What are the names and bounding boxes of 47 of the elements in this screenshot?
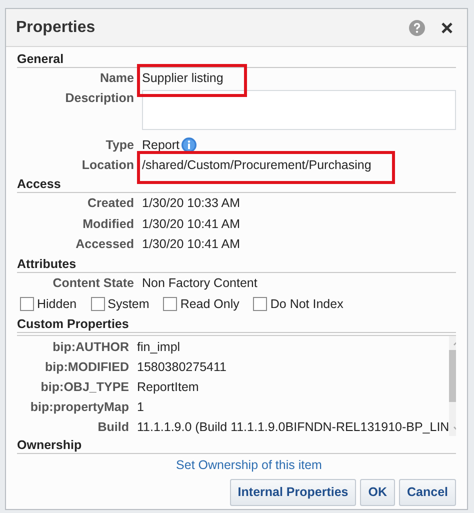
field-label: Name <box>98 70 135 87</box>
checkbox[interactable] <box>163 296 178 310</box>
section-heading: Custom Properties <box>17 316 456 332</box>
section-heading: Access <box>17 176 456 193</box>
property-value: 1 <box>137 398 144 416</box>
property-value: 11.1.1.9.0 (Build 11.1.1.9.0BIFNDN-REL131910-BP_LIN <box>137 418 450 436</box>
checkbox-label: Hidden <box>37 296 77 310</box>
property-value: fin_impl <box>137 338 180 356</box>
property-value: ReportItem <box>137 378 199 396</box>
checkbox-label: System <box>108 296 150 310</box>
field-value: Report <box>142 137 180 154</box>
field-value: /shared/Custom/Procurement/Purchasing <box>142 157 372 174</box>
field-label: Location <box>80 157 135 174</box>
field-value: 1/30/20 10:41 AM <box>142 216 240 232</box>
checkbox-label: Read Only <box>180 296 240 310</box>
section-heading: General <box>17 51 456 68</box>
section-heading: Attributes <box>17 256 456 272</box>
dialog-button[interactable]: Internal Properties <box>230 478 356 506</box>
description-field[interactable] <box>142 90 456 130</box>
property-name: bip:OBJ_TYPE <box>40 378 130 396</box>
field-label: Content State <box>52 274 135 292</box>
help-icon[interactable] <box>409 20 425 36</box>
ownership-link[interactable]: Set Ownership of this item <box>176 458 322 472</box>
checkbox[interactable] <box>20 296 34 310</box>
field-value: Supplier listing <box>142 70 224 87</box>
property-name: Build <box>96 418 130 436</box>
field-label: Type <box>104 137 135 154</box>
checkbox[interactable] <box>90 296 105 310</box>
property-value: 1580380275411 <box>137 358 226 376</box>
field-value: Non Factory Content <box>142 274 258 292</box>
info-icon <box>180 137 197 153</box>
dialog-button[interactable]: OK <box>360 478 395 506</box>
property-name: bip:MODIFIED <box>44 358 130 376</box>
field-label: Description <box>64 90 135 107</box>
property-name: bip:propertyMap <box>29 398 130 416</box>
field-value: 1/30/20 10:41 AM <box>142 236 240 253</box>
dialog-button[interactable]: Cancel <box>399 478 456 506</box>
property-name: bip:AUTHOR <box>52 338 130 356</box>
checkbox-label: Do Not Index <box>270 296 344 310</box>
close-icon[interactable] <box>441 22 453 34</box>
field-label: Accessed <box>74 236 135 253</box>
dialog-title: Properties <box>16 18 96 36</box>
field-label: Modified <box>82 216 135 232</box>
field-value: 1/30/20 10:33 AM <box>142 195 240 212</box>
checkbox[interactable] <box>253 296 268 310</box>
section-heading: Ownership <box>17 436 456 454</box>
field-label: Created <box>86 195 135 212</box>
